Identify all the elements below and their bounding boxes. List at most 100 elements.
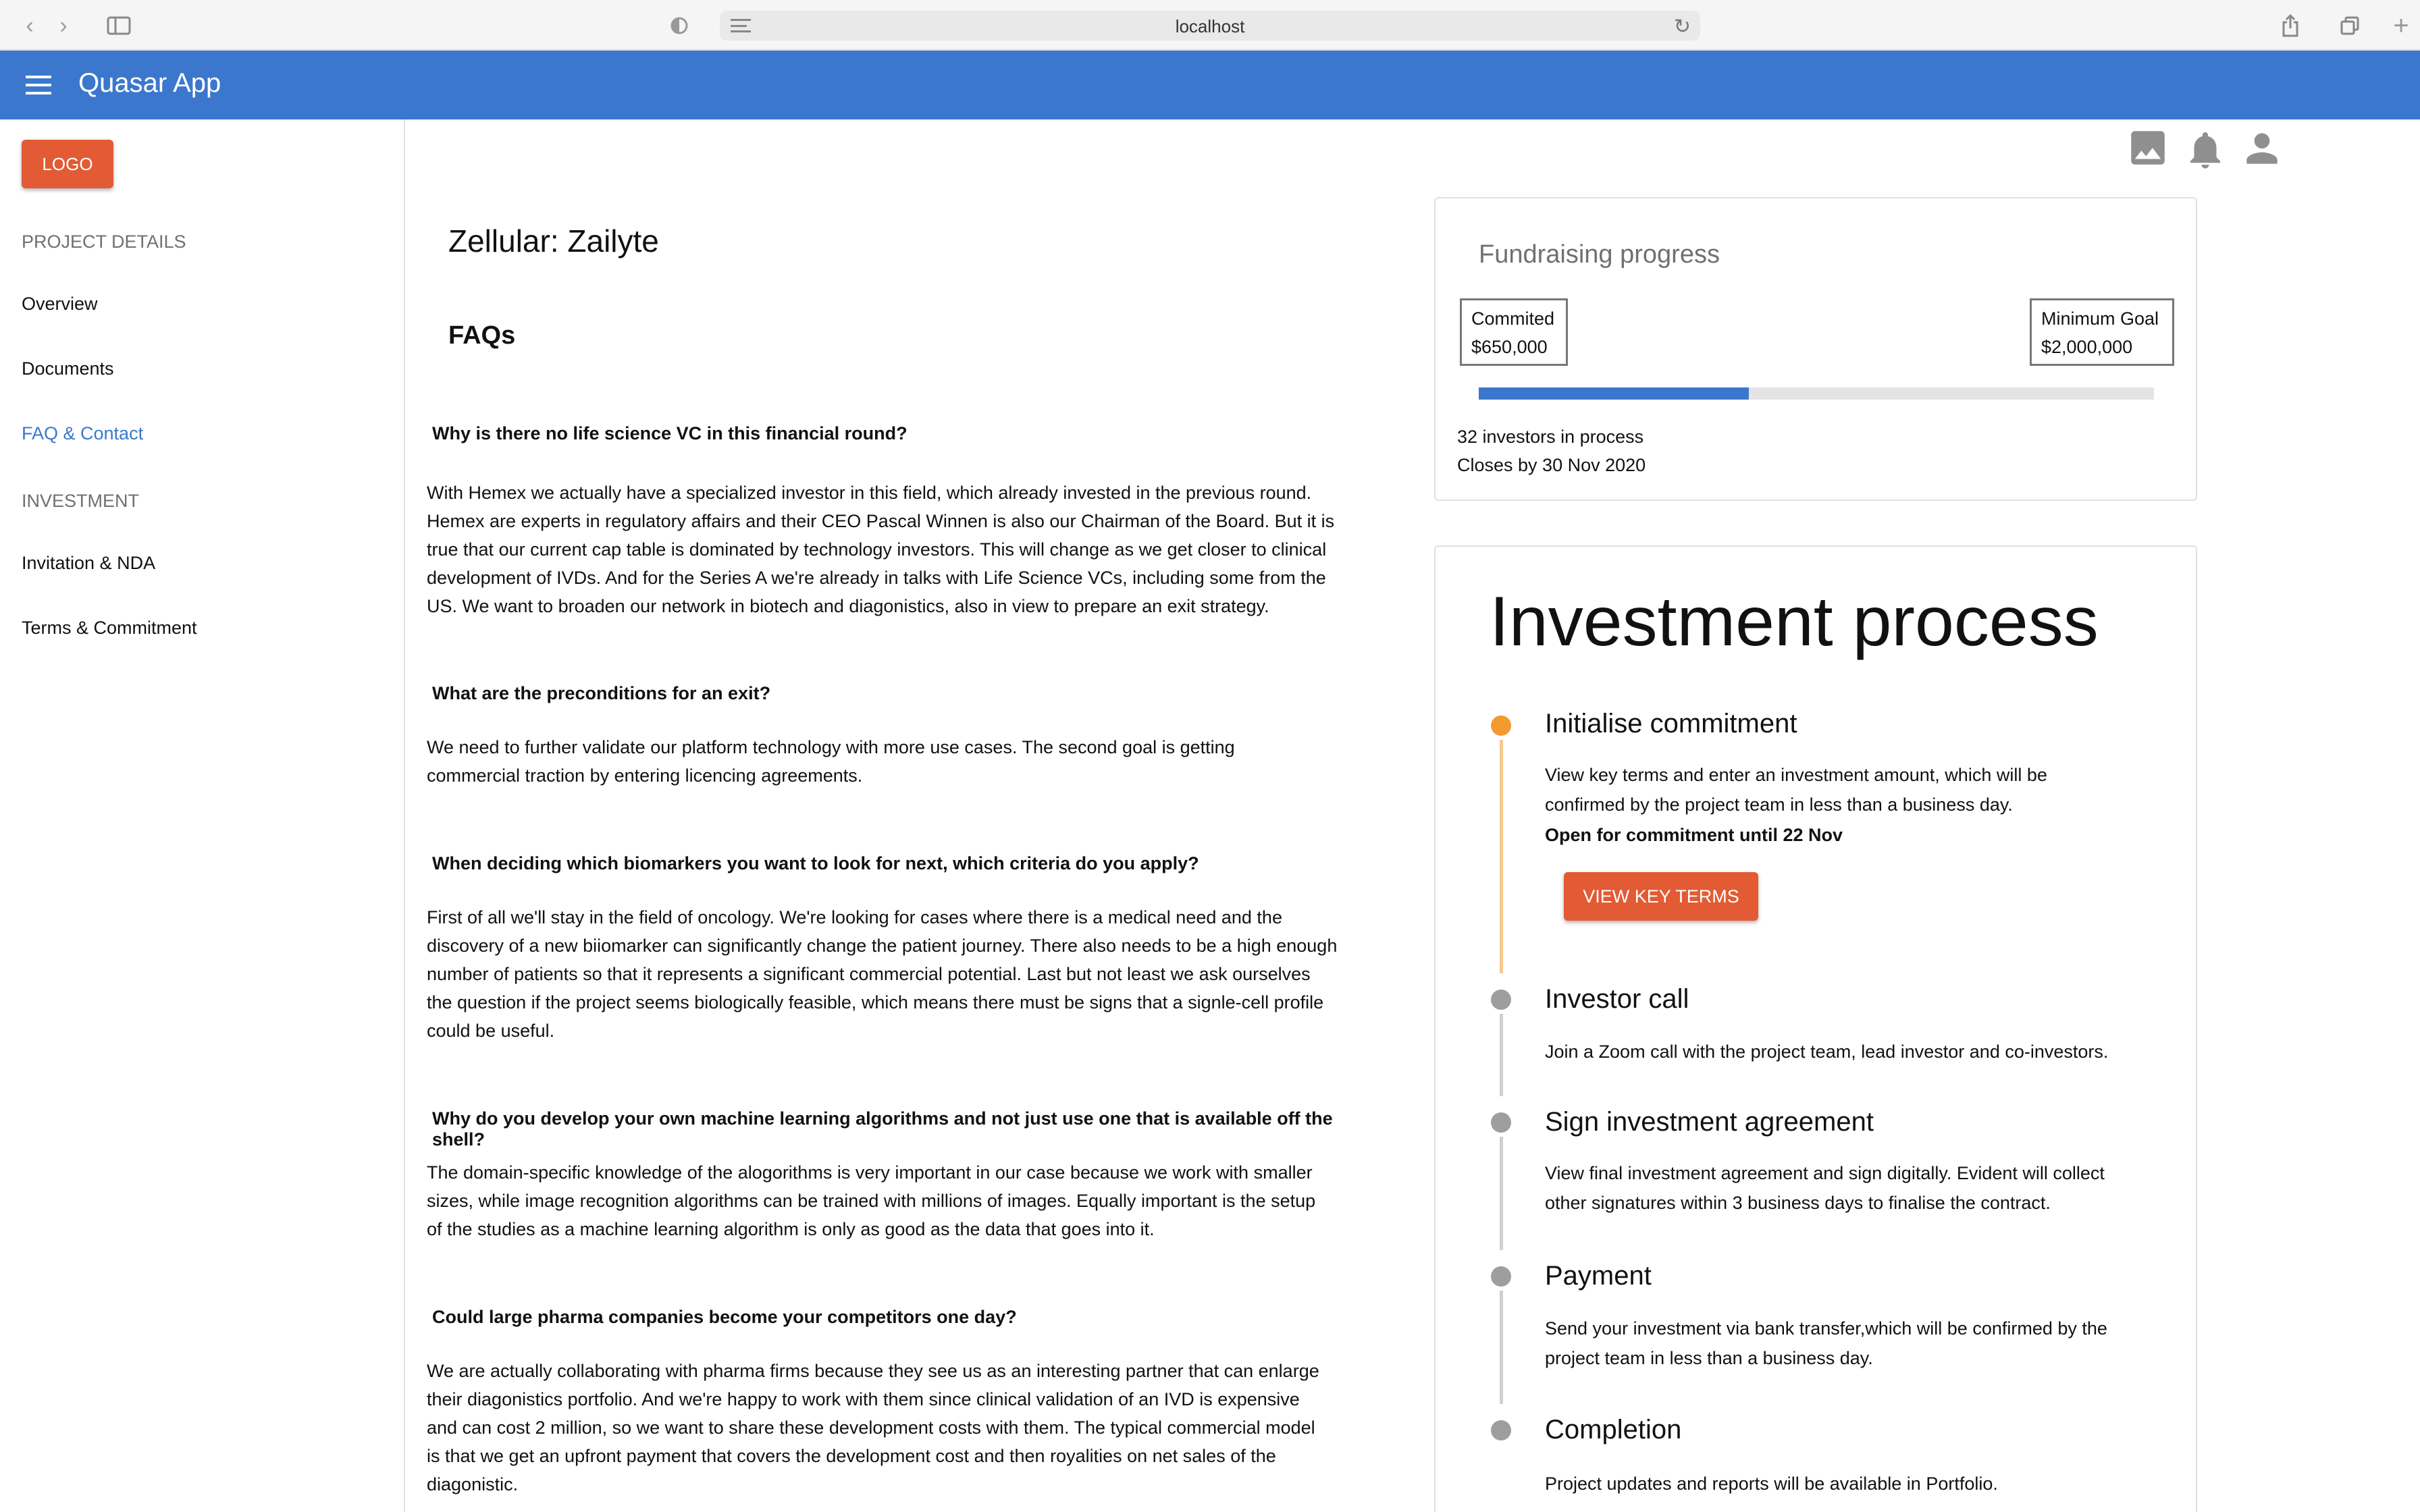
committed-box: Commited $650,000 [1460,298,1568,366]
faq-answer-line: diagonistic. [427,1474,519,1494]
faq-answer-line: development of IVDs. And for the Series … [427,568,1326,588]
privacy-shield-icon[interactable] [659,12,700,39]
new-tab-icon[interactable]: + [2388,11,2415,40]
back-icon[interactable]: ‹ [16,12,43,39]
faq-answer-line: of the studies as a machine learning alg… [427,1219,1155,1239]
faq-answer-line: is that we get an upfront payment that c… [427,1446,1276,1466]
step-description: View key terms and enter an investment a… [1545,760,2166,819]
app-header: Quasar App [0,51,2420,119]
sidebar-item-faq-contact[interactable]: FAQ & Contact [22,423,143,444]
faq-answer: We are actually collaborating with pharm… [427,1357,1372,1498]
sidebar: LOGO PROJECT DETAILS Overview Documents … [0,119,405,1512]
step-description-line: View final investment agreement and sign… [1545,1163,2105,1183]
faq-answer-line: number of patients so that it represents… [427,964,1311,984]
minimum-goal-label: Minimum Goal [2041,308,2159,329]
project-title: Zellular: Zailyte [448,223,659,259]
step-dot [1491,716,1511,736]
faq-question: What are the preconditions for an exit? [432,683,771,703]
section-header-project-details: PROJECT DETAILS [22,232,186,252]
step-title: Payment [1545,1261,1652,1291]
faq-heading: FAQs [448,321,516,350]
step-connector-line [1500,740,1503,973]
share-icon[interactable] [2276,12,2305,39]
step-description: View final investment agreement and sign… [1545,1158,2166,1218]
step-dot [1491,1112,1511,1133]
minimum-goal-box: Minimum Goal $2,000,000 [2030,298,2174,366]
reload-icon[interactable]: ↻ [1674,15,1691,38]
address-bar[interactable]: localhost ↻ [720,11,1700,40]
step-description-line: Join a Zoom call with the project team, … [1545,1042,2109,1062]
committed-label: Commited [1471,308,1555,329]
faq-answer-line: discovery of a new biiomarker can signif… [427,936,1338,956]
fundraising-card: Fundraising progress Commited $650,000 M… [1434,197,2197,501]
sidebar-item-documents[interactable]: Documents [22,358,114,379]
faq-question: Why is there no life science VC in this … [432,423,908,443]
committed-value: $650,000 [1471,337,1548,357]
sidebar-item-overview[interactable]: Overview [22,294,98,315]
faq-answer-line: We are actually collaborating with pharm… [427,1361,1319,1381]
step-dot [1491,990,1511,1010]
step-title: Investor call [1545,984,1689,1014]
faq-answer-line: sizes, while image recognition algorithm… [427,1191,1316,1211]
sidebar-item-invitation-nda[interactable]: Invitation & NDA [22,553,155,574]
faq-answer-line: Hemex are experts in regulatory affairs … [427,511,1335,531]
step-description: Project updates and reports will be avai… [1545,1469,2166,1498]
faq-answer-line: and can cost 2 million, so we want to sh… [427,1418,1315,1438]
faq-answer-line: true that our current cap table is domin… [427,539,1327,560]
faq-answer-line: their diagonistics portfolio. And we're … [427,1389,1300,1409]
step-connector-line [1500,1014,1503,1096]
faq-answer-line: We need to further validate our platform… [427,737,1235,757]
section-header-investment: INVESTMENT [22,491,140,511]
step-description: Send your investment via bank transfer,w… [1545,1314,2166,1373]
faq-answer-line: With Hemex we actually have a specialize… [427,483,1312,503]
faq-answer: With Hemex we actually have a specialize… [427,479,1372,620]
step-description-line: confirmed by the project team in less th… [1545,794,2013,815]
investors-count: 32 investors in process [1457,427,1644,447]
faq-answer: First of all we'll stay in the field of … [427,903,1372,1045]
fundraising-title: Fundraising progress [1479,240,1720,269]
closing-date: Closes by 30 Nov 2020 [1457,455,1646,475]
app-title: Quasar App [78,68,221,98]
faq-answer-line: US. We want to broaden our network in bi… [427,596,1269,616]
step-dot [1491,1266,1511,1287]
faq-answer-line: The domain-specific knowledge of the alo… [427,1162,1313,1183]
progress-fill [1479,387,1749,400]
step-connector-line [1500,1291,1503,1404]
investment-process-title: Investment process [1490,583,2099,661]
faq-question: Why do you develop your own machine lear… [432,1108,1333,1150]
logo-button[interactable]: LOGO [22,140,113,188]
sidebar-item-terms-commitment[interactable]: Terms & Commitment [22,618,197,639]
faq-answer: We need to further validate our platform… [427,733,1372,790]
commitment-deadline: Open for commitment until 22 Nov [1545,825,1843,845]
faq-question: Could large pharma companies become your… [432,1307,1017,1327]
person-icon[interactable] [2239,126,2285,175]
sidebar-toggle-icon[interactable] [101,12,136,39]
faq-question: When deciding which biomarkers you want … [432,853,1199,873]
step-description-line: other signatures within 3 business days … [1545,1193,2051,1213]
bell-icon[interactable] [2183,126,2228,178]
image-icon[interactable] [2126,126,2170,173]
step-title: Initialise commitment [1545,709,1797,738]
step-description-line: project team in less than a business day… [1545,1348,1873,1368]
tabs-overview-icon[interactable] [2335,12,2365,39]
step-title: Sign investment agreement [1545,1107,1874,1137]
step-description-line: Project updates and reports will be avai… [1545,1474,1998,1494]
faq-answer-line: could be useful. [427,1021,555,1041]
view-key-terms-button[interactable]: VIEW KEY TERMS [1564,872,1758,921]
progress-bar [1479,387,2154,400]
step-dot [1491,1420,1511,1440]
forward-icon[interactable]: › [50,12,77,39]
step-connector-line [1500,1137,1503,1250]
faq-answer: The domain-specific knowledge of the alo… [427,1158,1372,1243]
minimum-goal-value: $2,000,000 [2041,337,2133,357]
faq-answer-line: commercial traction by entering licencin… [427,765,863,786]
investment-process-card: Investment process Initialise commitment… [1434,545,2197,1512]
step-description-line: Send your investment via bank transfer,w… [1545,1318,2107,1339]
url-text: localhost [1175,16,1245,36]
faq-answer-line: First of all we'll stay in the field of … [427,907,1282,927]
step-description-line: View key terms and enter an investment a… [1545,765,2047,785]
menu-icon[interactable] [26,76,51,94]
step-title: Completion [1545,1415,1682,1444]
step-description: Join a Zoom call with the project team, … [1545,1037,2166,1066]
browser-toolbar: ‹ › localhost ↻ + [0,0,2420,51]
